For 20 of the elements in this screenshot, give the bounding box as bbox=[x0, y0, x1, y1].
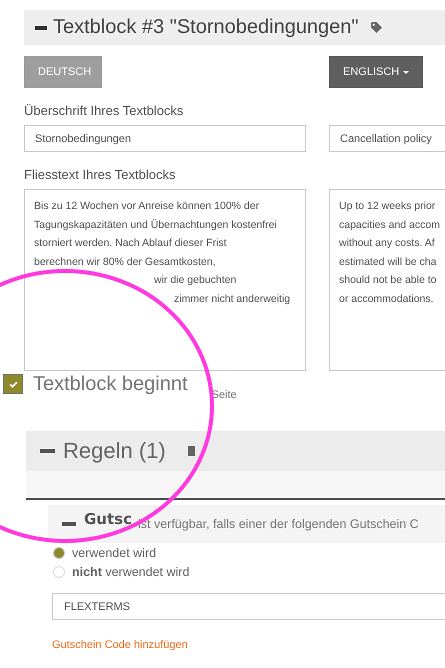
checkbox-label: Textblock beginnt bbox=[33, 372, 188, 396]
language-tab[interactable]: ENGLISCH bbox=[329, 56, 424, 88]
check-icon bbox=[8, 378, 18, 390]
voucher-code-input[interactable]: FLEXTERMS bbox=[52, 593, 445, 620]
heading-input[interactable]: Stornobedingungen bbox=[24, 125, 306, 152]
field-label: Überschrift Ihres Textblocks bbox=[24, 103, 184, 118]
field-label: Fliesstext Ihres Textblocks bbox=[24, 167, 176, 182]
section-title: Textblock #3 "Stornobedingungen" bbox=[53, 16, 359, 39]
radio-label: nicht verwendet wird bbox=[72, 564, 190, 578]
caret-icon bbox=[403, 70, 410, 74]
checkbox[interactable] bbox=[3, 374, 23, 394]
heading-input[interactable]: Cancellation policy bbox=[329, 125, 445, 152]
rule-title: Gutsc bbox=[84, 512, 132, 527]
body-textarea[interactable]: Up to 12 weeks prior capacities and accom without any costs. Af estimated will be cha should not be able to or accommodations. bbox=[329, 189, 445, 371]
collapse-icon[interactable] bbox=[35, 26, 47, 30]
body-textarea[interactable]: Bis zu 12 Wochen vor Anreise können 100% der Tagungskapazitäten und Übernachtungen kostenfrei storniert werden. Nach Ablauf dieser Frist berechnen wir 80% der Gesamtkosten, wir die gebuchten zimmer nicht anderweitig bbox=[24, 189, 306, 371]
section-title: Regeln (1) bbox=[63, 438, 166, 464]
radio-button[interactable] bbox=[53, 566, 65, 578]
radio-label: verwendet wird bbox=[72, 546, 156, 560]
radio-button[interactable] bbox=[53, 546, 65, 558]
